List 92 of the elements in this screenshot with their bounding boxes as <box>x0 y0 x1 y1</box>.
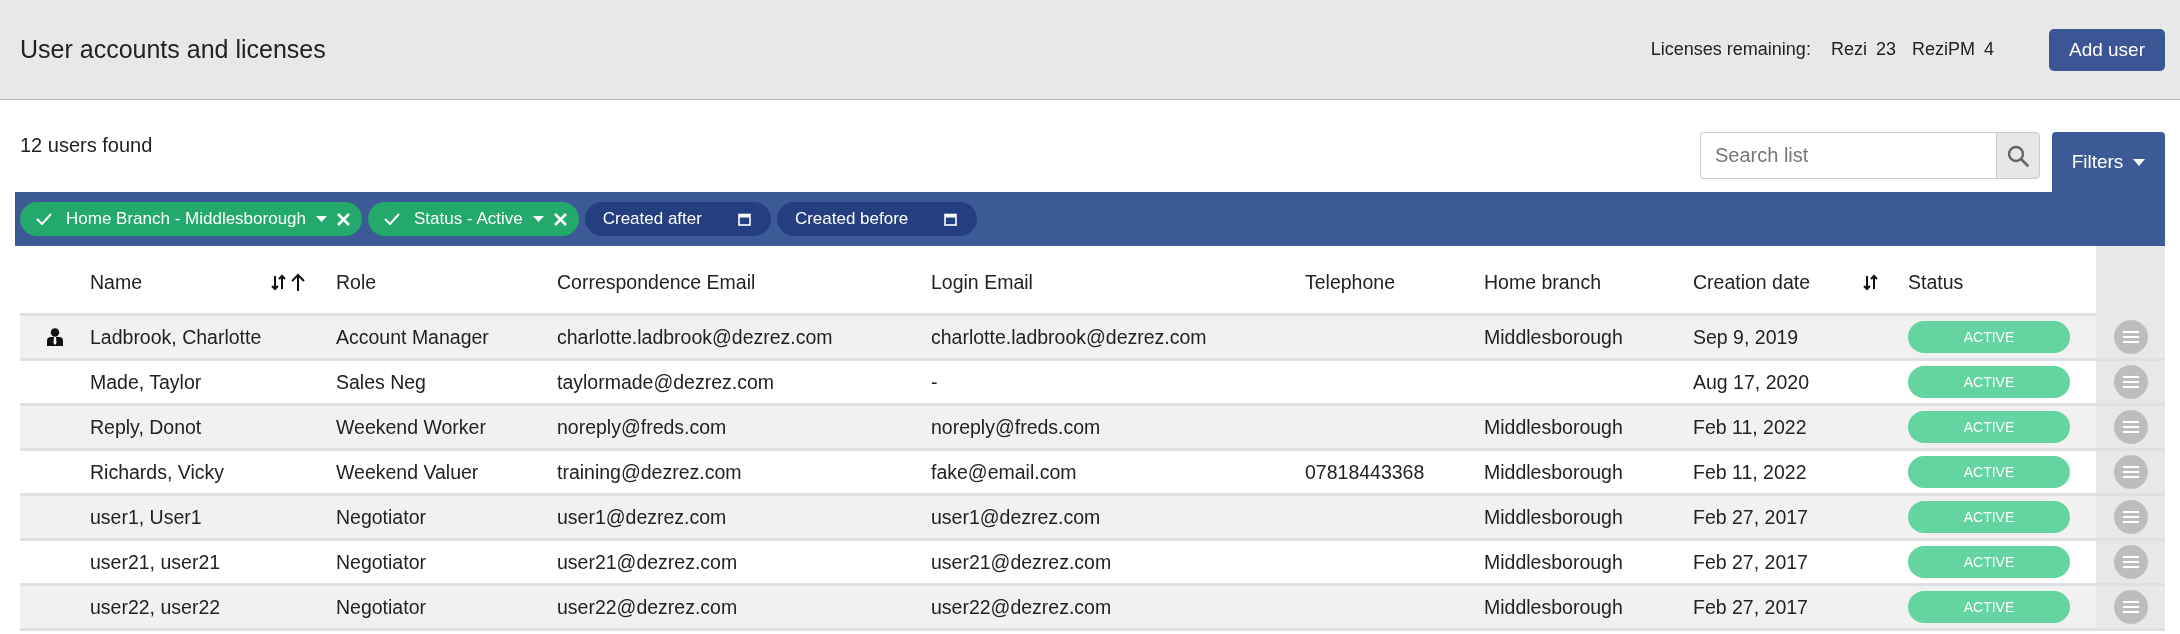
column-header: Correspondence Email <box>557 271 756 294</box>
calendar-icon <box>944 212 958 226</box>
menu-icon <box>2122 421 2139 433</box>
results-count: 12 users found <box>20 133 154 157</box>
search-button[interactable] <box>1996 132 2040 179</box>
status-pill: ACTIVE <box>1908 366 2070 398</box>
table-cell-text: user21, user21 <box>90 550 222 574</box>
column-header: Status <box>1908 271 1964 294</box>
table-cell-text: Reply, Donot <box>90 415 203 439</box>
table-cell-text: training@dezrez.com <box>557 460 743 484</box>
menu-icon <box>2122 556 2139 568</box>
table-cell-text: taylormade@dezrez.com <box>557 370 776 394</box>
menu-button[interactable] <box>2113 455 2148 489</box>
filters-button[interactable]: Filters <box>2052 132 2165 192</box>
column-header[interactable]: Creation date <box>1693 271 1811 294</box>
menu-icon <box>2122 466 2139 478</box>
table-cell-text: Account Manager <box>336 325 490 349</box>
add-user-button[interactable]: Add user <box>2048 28 2165 71</box>
table-cell-text: Sales Neg <box>336 370 427 394</box>
close-icon <box>337 212 350 226</box>
column-header[interactable]: Name <box>90 271 143 294</box>
table-cell-text: Feb 11, 2022 <box>1693 415 1808 439</box>
table-cell-text: user22, user22 <box>90 595 222 619</box>
table-cell-text: user22@dezrez.com <box>557 595 739 619</box>
table-cell-text: user1@dezrez.com <box>557 505 728 529</box>
table-cell-text: Negotiator <box>336 550 427 574</box>
status-pill: ACTIVE <box>1908 411 2070 443</box>
search-field[interactable]: Search list <box>1700 132 1996 179</box>
status-pill: ACTIVE <box>1908 321 2070 353</box>
license-count: ReziPM 4 <box>1911 39 1994 60</box>
table-cell-text: Richards, Vicky <box>90 460 225 484</box>
table-cell-text: Middlesborough <box>1484 460 1624 484</box>
menu-button[interactable] <box>2113 590 2148 624</box>
check-icon <box>36 213 52 225</box>
status-pill: ACTIVE <box>1908 546 2070 578</box>
status-pill: ACTIVE <box>1908 456 2070 488</box>
table-cell-text: Feb 27, 2017 <box>1693 550 1809 574</box>
licenses-label: Licenses remaining: <box>1650 39 1811 60</box>
menu-icon <box>2122 331 2139 343</box>
table-cell-text: Negotiator <box>336 505 427 529</box>
table-cell-text: Middlesborough <box>1484 325 1624 349</box>
table-cell-text: Aug 17, 2020 <box>1693 370 1811 394</box>
table-cell-text: noreply@freds.com <box>931 415 1102 439</box>
table-cell-text: Middlesborough <box>1484 415 1624 439</box>
table-cell-text: 07818443368 <box>1305 460 1426 484</box>
calendar-icon <box>737 212 751 226</box>
menu-icon <box>2122 511 2139 523</box>
status-pill: ACTIVE <box>1908 591 2070 623</box>
date-filter-chip[interactable]: Created after <box>584 202 771 236</box>
menu-button[interactable] <box>2113 320 2148 354</box>
table-cell-text: user21@dezrez.com <box>931 550 1113 574</box>
table-cell-text: Made, Taylor <box>90 370 203 394</box>
table-cell-text: Feb 27, 2017 <box>1693 595 1809 619</box>
column-header: Home branch <box>1484 271 1602 294</box>
table-cell-text: Feb 27, 2017 <box>1693 505 1809 529</box>
caret-icon <box>316 216 327 222</box>
check-icon <box>384 213 400 225</box>
table-cell-text: Weekend Worker <box>336 415 487 439</box>
date-filter-chip[interactable]: Created before <box>776 202 978 236</box>
table-cell-text: Middlesborough <box>1484 505 1624 529</box>
table-cell-text: charlotte.ladbrook@dezrez.com <box>557 325 834 349</box>
table-cell-text: - <box>931 370 939 394</box>
table-cell-text: Sep 9, 2019 <box>1693 325 1800 349</box>
table-cell-text: charlotte.ladbrook@dezrez.com <box>931 325 1208 349</box>
column-header: Role <box>336 271 377 294</box>
status-pill: ACTIVE <box>1908 501 2070 533</box>
license-count: Rezi 23 <box>1830 39 1896 60</box>
menu-button[interactable] <box>2113 365 2148 399</box>
table-cell-text: user1@dezrez.com <box>931 505 1102 529</box>
column-header: Login Email <box>931 271 1033 294</box>
page-title: User accounts and licenses <box>20 35 327 64</box>
table-cell-text: noreply@freds.com <box>557 415 728 439</box>
search-icon <box>2007 144 2029 167</box>
table-cell-text: user21@dezrez.com <box>557 550 739 574</box>
table-cell-text: user1, User1 <box>90 505 203 529</box>
caret-icon <box>2133 158 2146 166</box>
table-cell-text: Ladbrook, Charlotte <box>90 325 263 349</box>
table-cell-text: Negotiator <box>336 595 427 619</box>
table-cell-text: fake@email.com <box>931 460 1078 484</box>
table-cell-text: Middlesborough <box>1484 595 1624 619</box>
table-cell-text: Feb 11, 2022 <box>1693 460 1808 484</box>
menu-icon <box>2122 376 2139 388</box>
column-header: Telephone <box>1305 271 1395 294</box>
table-cell-text: Weekend Valuer <box>336 460 480 484</box>
menu-button[interactable] <box>2113 500 2148 534</box>
table-cell-text: user22@dezrez.com <box>931 595 1113 619</box>
close-icon <box>553 212 567 226</box>
menu-button[interactable] <box>2113 545 2148 579</box>
table-cell-text: Middlesborough <box>1484 550 1624 574</box>
menu-button[interactable] <box>2113 410 2148 444</box>
caret-icon <box>532 216 544 222</box>
menu-icon <box>2122 601 2139 613</box>
